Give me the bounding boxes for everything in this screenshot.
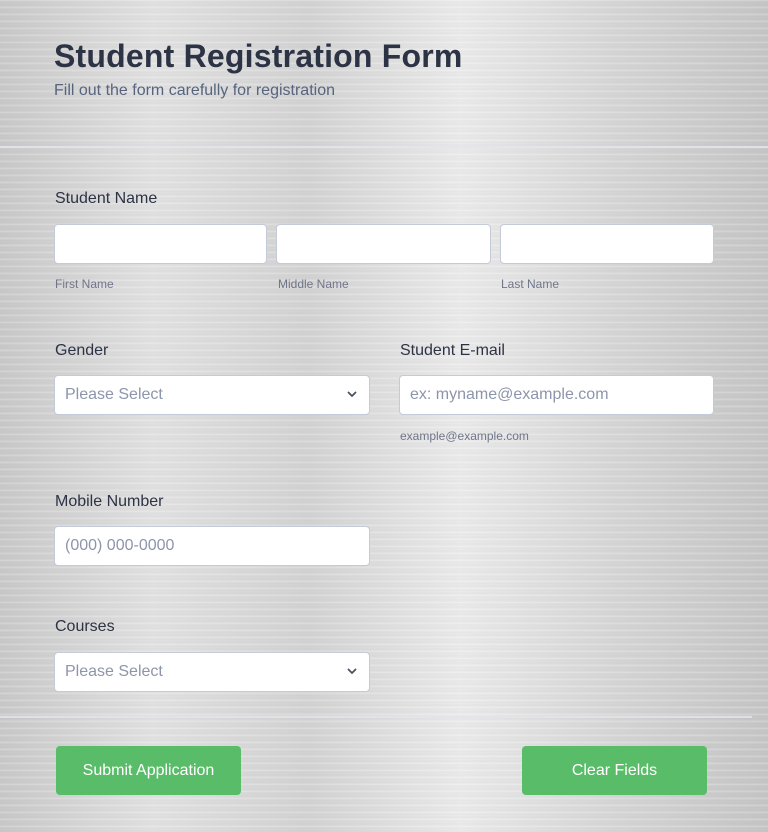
middle-name-sublabel: Middle Name [278, 277, 349, 291]
email-label: Student E-mail [400, 342, 505, 359]
header-divider [0, 146, 768, 148]
gender-label: Gender [55, 342, 109, 359]
courses-selected-value: Please Select [65, 663, 163, 680]
email-input[interactable] [399, 375, 714, 415]
last-name-input[interactable] [500, 224, 714, 264]
clear-fields-button[interactable]: Clear Fields [522, 746, 707, 795]
form-header: Student Registration Form Fill out the f… [54, 36, 463, 100]
first-name-input[interactable] [54, 224, 267, 264]
student-name-label: Student Name [55, 190, 158, 207]
chevron-down-icon [347, 668, 357, 674]
first-name-sublabel: First Name [55, 277, 114, 291]
last-name-sublabel: Last Name [501, 277, 560, 291]
page-subtitle: Fill out the form carefully for registra… [54, 82, 335, 99]
gender-select[interactable]: Please Select [54, 375, 370, 415]
courses-select[interactable]: Please Select [54, 652, 370, 692]
gender-selected-value: Please Select [65, 386, 163, 403]
mobile-label: Mobile Number [55, 493, 164, 510]
middle-name-input[interactable] [276, 224, 491, 264]
footer-divider [0, 716, 752, 718]
submit-application-button[interactable]: Submit Application [56, 746, 241, 795]
mobile-input[interactable] [54, 526, 370, 566]
email-sublabel: example@example.com [400, 429, 529, 443]
courses-label: Courses [55, 618, 115, 635]
chevron-down-icon [347, 391, 357, 397]
page-title: Student Registration Form [54, 38, 463, 74]
